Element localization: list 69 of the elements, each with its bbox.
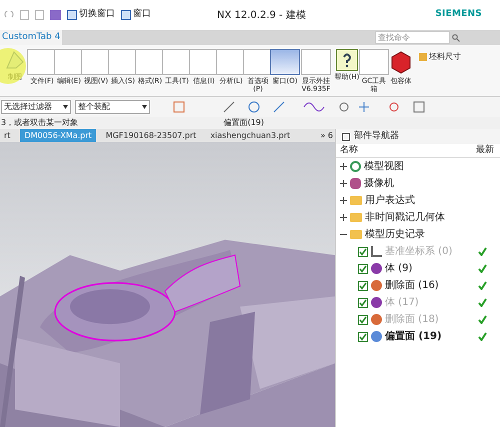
expand-icon[interactable]: [340, 163, 347, 170]
command-button[interactable]: 坯料尺寸: [419, 51, 461, 63]
dropdown-arrow-icon: [142, 105, 147, 109]
filter-value: 整个装配: [78, 101, 110, 113]
offset-face-icon: [371, 331, 382, 342]
ribbon-tab[interactable]: CustomTab 4: [0, 30, 62, 45]
blank-icon: [359, 49, 389, 75]
blank-icon: [135, 49, 165, 75]
datum-icon: [371, 246, 382, 257]
checkbox[interactable]: [358, 332, 368, 342]
checkbox[interactable]: [358, 280, 368, 290]
blank-icon: [81, 49, 111, 75]
blank-icon: [27, 49, 57, 75]
brand-logo: SIEMENS: [435, 8, 482, 22]
more-tabs-button[interactable]: » 6: [320, 130, 333, 142]
expand-icon[interactable]: [340, 214, 347, 221]
blank-icon: [162, 49, 192, 75]
folder-icon: [350, 196, 362, 205]
blank-icon: [243, 49, 273, 75]
status-prompt: 3，或者双击某一对象: [1, 117, 78, 129]
blank-icon: [301, 49, 331, 75]
document-tab[interactable]: rt: [0, 129, 14, 142]
folder-icon: [350, 213, 362, 222]
filter-dropdown[interactable]: 整个装配: [75, 100, 150, 114]
window-icon: [67, 10, 77, 20]
dropdown-arrow-icon: [63, 105, 68, 109]
tree-item[interactable]: 模型视图: [364, 159, 404, 174]
panel-icon: [342, 132, 350, 140]
blank-icon: [189, 49, 219, 75]
checkbox[interactable]: [358, 314, 368, 324]
body-icon: [371, 297, 382, 308]
quick-access-button[interactable]: 切换窗口: [67, 8, 115, 22]
tree-item[interactable]: 删除面 (16): [385, 278, 439, 293]
blank-icon: [216, 49, 246, 75]
search-icon: [452, 34, 460, 42]
filter-value: 无选择过滤器: [4, 101, 52, 113]
filter-dropdown[interactable]: 无选择过滤器: [1, 100, 71, 114]
camera-icon: [350, 178, 361, 189]
tree-item[interactable]: 偏置面 (19): [385, 329, 442, 344]
document-tab[interactable]: MGF190168-23507.prt: [102, 129, 200, 142]
views-icon: [350, 161, 361, 172]
window-icon: [270, 49, 300, 75]
checkbox[interactable]: [358, 298, 368, 308]
tree-item[interactable]: 非时间戳记几何体: [365, 210, 445, 225]
column-header[interactable]: 名称: [336, 144, 472, 158]
search-field[interactable]: 查找命令: [375, 31, 450, 44]
document-tab[interactable]: xiashengchuan3.prt: [206, 129, 294, 142]
body-icon: [371, 263, 382, 274]
window-icon: [121, 10, 131, 20]
blank-icon: [108, 49, 138, 75]
window-title: NX 12.0.2.9 - 建模: [217, 8, 306, 22]
panel-title: 部件导航器: [354, 130, 399, 143]
quick-access-button[interactable]: 窗口: [121, 8, 151, 22]
checkbox[interactable]: [358, 264, 368, 274]
folder-icon: [350, 230, 362, 239]
tree-item[interactable]: 模型历史记录: [365, 227, 425, 242]
collapse-icon[interactable]: [340, 231, 347, 238]
delete-face-icon: [371, 314, 382, 325]
help-icon: [336, 49, 358, 71]
tree-item[interactable]: 体 (9): [385, 261, 412, 276]
expand-icon[interactable]: [340, 180, 347, 187]
column-header[interactable]: 最新: [472, 144, 498, 158]
tree-item[interactable]: 用户表达式: [365, 193, 415, 208]
expand-icon[interactable]: [340, 197, 347, 204]
delete-face-icon: [371, 280, 382, 291]
tree-item[interactable]: 摄像机: [364, 176, 394, 191]
status-feature: 偏置面(19): [224, 117, 264, 129]
checkbox[interactable]: [358, 246, 368, 256]
blank-icon: [54, 49, 84, 75]
